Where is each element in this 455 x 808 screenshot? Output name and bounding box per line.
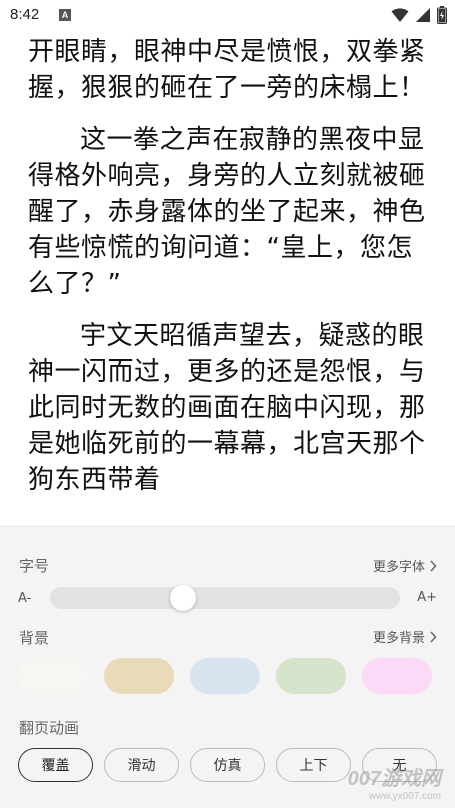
background-swatches	[18, 658, 432, 694]
chevron-right-icon	[430, 559, 437, 572]
background-swatch-1[interactable]	[18, 658, 88, 694]
page-animation-option[interactable]: 滑动	[104, 748, 179, 782]
font-size-slider[interactable]	[50, 585, 400, 611]
background-swatch-3[interactable]	[190, 658, 260, 694]
reader-content[interactable]: 开眼睛，眼神中尽是愤恨，双拳紧握，狠狠的砸在了一旁的床榻上！ 这一拳之声在寂静的…	[28, 34, 430, 524]
status-time: 8:42	[10, 6, 40, 23]
background-label: 背景	[19, 629, 50, 647]
font-size-slider-thumb[interactable]	[170, 585, 196, 611]
font-size-label: 字号	[19, 557, 50, 575]
status-bar: 8:42 A	[0, 0, 455, 30]
more-backgrounds-link[interactable]: 更多背景	[373, 627, 437, 646]
watermark-brand: 007游戏网	[347, 768, 441, 790]
page-animation-label: 翻页动画	[19, 719, 80, 737]
reader-paragraph: 开眼睛，眼神中尽是愤恨，双拳紧握，狠狠的砸在了一旁的床榻上！	[28, 37, 426, 103]
more-fonts-link[interactable]: 更多字体	[373, 556, 437, 575]
chevron-right-icon	[430, 630, 437, 643]
reader-paragraph: 这一拳之声在寂静的黑夜中显得格外响亮，身旁的人立刻就被砸醒了，赤身露体的坐了起来…	[28, 125, 426, 299]
page-animation-option[interactable]: 仿真	[190, 748, 265, 782]
reader-settings-panel: 字号 更多字体 A- A+ 背景 更多背景 翻页动画 覆盖 滑动 仿真 上下无 007…	[0, 526, 455, 808]
background-swatch-5[interactable]	[362, 658, 432, 694]
background-swatch-2[interactable]	[104, 658, 174, 694]
status-icons	[391, 6, 447, 24]
font-increase-button[interactable]: A+	[417, 590, 437, 605]
more-backgrounds-label: 更多背景	[372, 631, 425, 646]
notification-badge: A	[59, 9, 71, 21]
more-fonts-label: 更多字体	[372, 560, 425, 575]
reader-paragraph: 宇文天昭循声望去，疑惑的眼神一闪而过，更多的还是怨恨，与此同时无数的画面在脑中闪…	[28, 321, 426, 495]
battery-icon	[437, 6, 447, 24]
background-swatch-4[interactable]	[276, 658, 346, 694]
watermark-logo: 007游戏网 www.yx007.com	[339, 760, 449, 804]
watermark-url: www.yx007.com	[368, 791, 441, 802]
wifi-icon	[391, 8, 409, 22]
page-animation-option[interactable]: 覆盖	[18, 748, 93, 782]
font-decrease-button[interactable]: A-	[18, 591, 31, 606]
signal-icon	[416, 8, 430, 22]
